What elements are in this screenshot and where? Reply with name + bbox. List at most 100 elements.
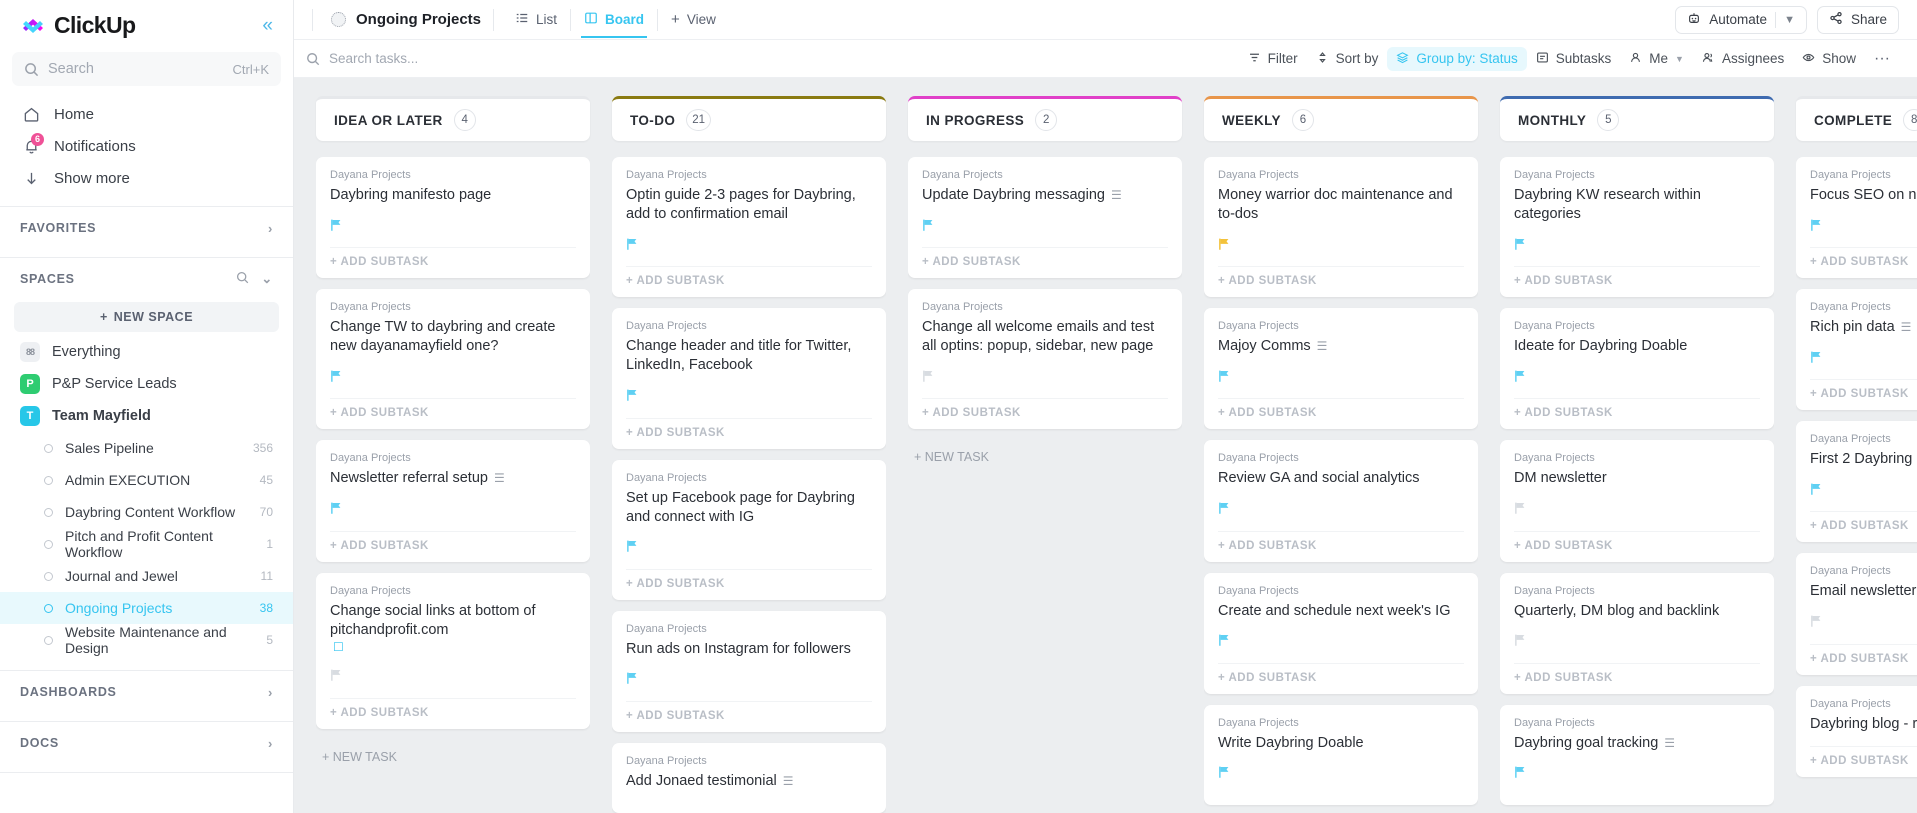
add-subtask-button[interactable]: + ADD SUBTASK <box>1810 511 1917 532</box>
docs-section-header[interactable]: DOCS › <box>0 722 293 764</box>
spaces-section-header[interactable]: SPACES ⌄ <box>0 258 293 300</box>
add-subtask-button[interactable]: + ADD SUBTASK <box>1514 530 1760 552</box>
assignees-button[interactable]: Assignees <box>1693 47 1793 71</box>
new-task-button[interactable]: + NEW TASK <box>316 740 590 764</box>
space-item-everything[interactable]: 88 Everything <box>0 336 293 368</box>
external-link-icon[interactable]: ☐ <box>333 640 344 656</box>
priority-flag-icon[interactable] <box>1810 350 1823 369</box>
sidebar-collapse-icon[interactable]: « <box>262 16 273 35</box>
task-card[interactable]: Dayana Projects Daybring goal tracking ☰ <box>1500 704 1774 805</box>
add-subtask-button[interactable]: + ADD SUBTASK <box>1810 379 1917 400</box>
add-subtask-button[interactable]: + ADD SUBTASK <box>330 398 576 419</box>
task-card[interactable]: Dayana Projects Quarterly, DM blog and b… <box>1500 572 1774 694</box>
priority-flag-icon[interactable] <box>626 388 639 407</box>
share-button[interactable]: Share <box>1816 5 1899 34</box>
show-button[interactable]: Show <box>1793 47 1865 71</box>
subtasks-button[interactable]: Subtasks <box>1527 47 1621 71</box>
add-subtask-button[interactable]: + ADD SUBTASK <box>1514 266 1760 287</box>
column-header[interactable]: WEEKLY 6 <box>1204 96 1478 141</box>
add-subtask-button[interactable]: + ADD SUBTASK <box>1810 745 1917 767</box>
task-card[interactable]: Dayana Projects Update Daybring messagin… <box>908 157 1182 279</box>
task-card[interactable]: Dayana Projects Review GA and social ana… <box>1204 440 1478 562</box>
space-item-team-mayfield[interactable]: T Team Mayfield <box>0 400 293 432</box>
task-card[interactable]: Dayana Projects Create and schedule next… <box>1204 572 1478 694</box>
priority-flag-icon[interactable] <box>1218 501 1231 520</box>
chevron-right-icon[interactable]: › <box>268 221 273 236</box>
task-card[interactable]: Dayana Projects Email newsletter launch☰… <box>1796 553 1917 675</box>
group-by-button[interactable]: Group by: Status <box>1387 46 1527 71</box>
task-card[interactable]: Dayana Projects Write Daybring Doable <box>1204 704 1478 805</box>
task-card[interactable]: Dayana Projects Daybring KW research wit… <box>1500 157 1774 298</box>
task-card[interactable]: Dayana Projects Change header and title … <box>612 308 886 449</box>
clickup-logo[interactable]: ClickUp <box>20 12 136 39</box>
priority-flag-icon[interactable] <box>1810 218 1823 237</box>
task-card[interactable]: Dayana Projects Set up Facebook page for… <box>612 459 886 600</box>
filter-button[interactable]: Filter <box>1239 47 1307 71</box>
column-header[interactable]: IN PROGRESS 2 <box>908 96 1182 141</box>
add-subtask-button[interactable]: + ADD SUBTASK <box>1514 662 1760 684</box>
add-subtask-button[interactable]: + ADD SUBTASK <box>626 417 872 439</box>
add-subtask-button[interactable]: + ADD SUBTASK <box>1218 266 1464 287</box>
add-subtask-button[interactable]: + ADD SUBTASK <box>1218 398 1464 419</box>
sidebar-list-website-maintenance-and-design[interactable]: Website Maintenance and Design 5 <box>0 624 293 656</box>
task-card[interactable]: Dayana Projects Money warrior doc mainte… <box>1204 157 1478 298</box>
task-card[interactable]: Dayana Projects Majoy Comms ☰ + ADD SUBTA… <box>1204 308 1478 430</box>
sidebar-list-journal-and-jewel[interactable]: Journal and Jewel 11 <box>0 560 293 592</box>
add-subtask-button[interactable]: + ADD SUBTASK <box>1810 643 1917 665</box>
sidebar-list-pitch-and-profit-content-workflow[interactable]: Pitch and Profit Content Workflow 1 <box>0 528 293 560</box>
priority-flag-icon[interactable] <box>626 671 639 690</box>
sidebar-list-admin-execution[interactable]: Admin EXECUTION 45 <box>0 464 293 496</box>
task-card[interactable]: Dayana Projects DM newsletter + ADD SUBT… <box>1500 440 1774 562</box>
sidebar-search-input[interactable]: Search Ctrl+K <box>12 52 281 86</box>
add-subtask-button[interactable]: + ADD SUBTASK <box>1810 247 1917 268</box>
search-tasks-input[interactable]: Search tasks... <box>306 51 536 66</box>
priority-flag-icon[interactable] <box>1218 237 1231 256</box>
task-card[interactable]: Dayana Projects Change social links at b… <box>316 572 590 729</box>
add-subtask-button[interactable]: + ADD SUBTASK <box>626 568 872 590</box>
add-subtask-button[interactable]: + ADD SUBTASK <box>922 247 1168 268</box>
priority-flag-icon[interactable] <box>1218 765 1231 784</box>
column-header[interactable]: TO-DO 21 <box>612 96 886 141</box>
board-canvas[interactable]: IDEA OR LATER 4 Dayana Projects Daybring… <box>294 78 1917 813</box>
space-item-pp-service-leads[interactable]: P P&P Service Leads <box>0 368 293 400</box>
priority-flag-icon[interactable] <box>1514 369 1527 388</box>
task-card[interactable]: Dayana Projects Rich pin data ☰ + ADD SUB… <box>1796 289 1917 411</box>
sidebar-list-ongoing-projects[interactable]: Ongoing Projects 38 <box>0 592 293 624</box>
tab-list[interactable]: List <box>504 2 568 37</box>
task-card[interactable]: Dayana Projects Run ads on Instagram for… <box>612 610 886 732</box>
add-subtask-button[interactable]: + ADD SUBTASK <box>1218 662 1464 684</box>
task-card[interactable]: Dayana Projects Change TW to daybring an… <box>316 289 590 430</box>
task-card[interactable]: Dayana Projects Add Jonaed testimonial ☰ <box>612 742 886 813</box>
list-title-chip[interactable]: Ongoing Projects <box>323 7 493 32</box>
task-card[interactable]: Dayana Projects Daybring manifesto page … <box>316 157 590 279</box>
sort-button[interactable]: Sort by <box>1307 47 1388 71</box>
sidebar-item-notifications[interactable]: 6 Notifications <box>0 130 293 162</box>
priority-flag-icon[interactable] <box>922 369 935 388</box>
priority-flag-icon[interactable] <box>1810 614 1823 633</box>
task-card[interactable]: Dayana Projects First 2 Daybring Doable … <box>1796 421 1917 543</box>
priority-flag-icon[interactable] <box>1218 633 1231 652</box>
spaces-search-icon[interactable] <box>236 271 249 287</box>
sidebar-list-daybring-content-workflow[interactable]: Daybring Content Workflow 70 <box>0 496 293 528</box>
task-card[interactable]: Dayana Projects Focus SEO on newsletter … <box>1796 157 1917 279</box>
priority-flag-icon[interactable] <box>626 539 639 558</box>
priority-flag-icon[interactable] <box>922 218 935 237</box>
priority-flag-icon[interactable] <box>1218 369 1231 388</box>
chevron-down-icon[interactable]: ▼ <box>1784 14 1795 26</box>
chevron-right-icon[interactable]: › <box>268 736 273 751</box>
add-subtask-button[interactable]: + ADD SUBTASK <box>626 700 872 722</box>
chevron-down-icon[interactable]: ⌄ <box>261 271 273 287</box>
add-subtask-button[interactable]: + ADD SUBTASK <box>330 530 576 552</box>
column-header[interactable]: MONTHLY 5 <box>1500 96 1774 141</box>
priority-flag-icon[interactable] <box>330 369 343 388</box>
sidebar-list-sales-pipeline[interactable]: Sales Pipeline 356 <box>0 432 293 464</box>
chevron-right-icon[interactable]: › <box>268 685 273 700</box>
tab-add-view[interactable]: + View <box>660 3 727 36</box>
sidebar-item-show-more[interactable]: Show more <box>0 162 293 194</box>
add-subtask-button[interactable]: + ADD SUBTASK <box>1218 530 1464 552</box>
new-space-button[interactable]: + NEW SPACE <box>14 302 279 332</box>
priority-flag-icon[interactable] <box>1810 482 1823 501</box>
task-card[interactable]: Dayana Projects Newsletter referral setu… <box>316 440 590 562</box>
add-subtask-button[interactable]: + ADD SUBTASK <box>626 266 872 287</box>
me-button[interactable]: Me ▼ <box>1620 47 1693 71</box>
